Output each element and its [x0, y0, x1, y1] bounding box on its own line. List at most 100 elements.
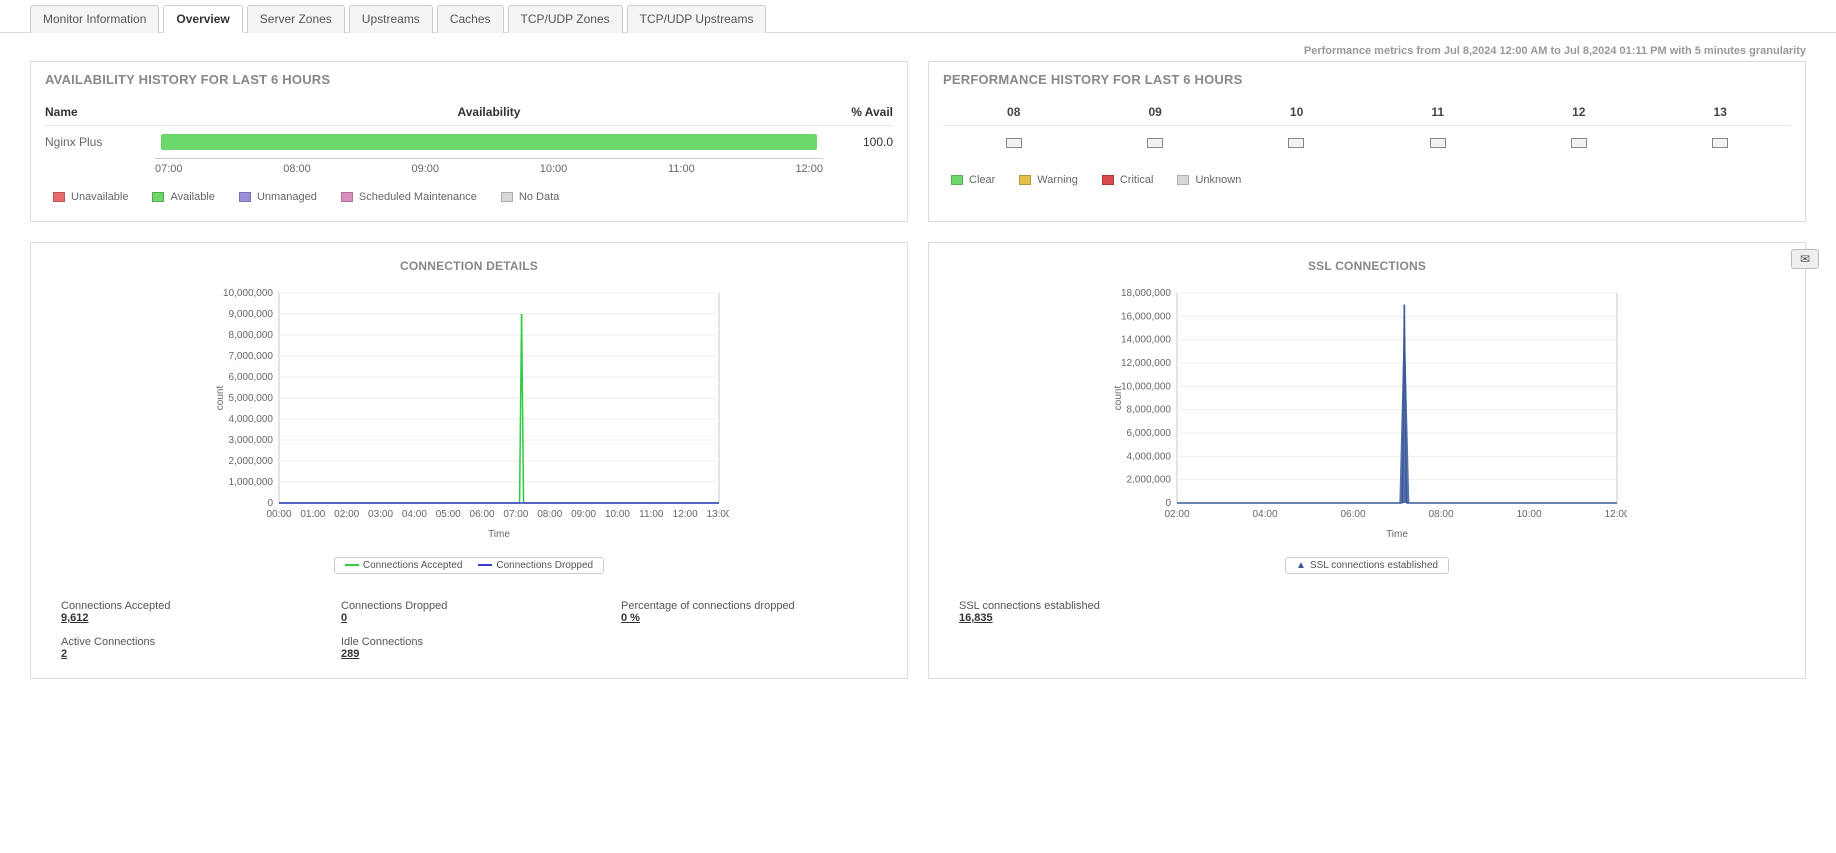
email-report-icon[interactable]: ✉: [1791, 249, 1819, 269]
availability-row-name: Nginx Plus: [45, 135, 155, 149]
availability-legend: Unavailable Available Unmanaged Schedule…: [45, 175, 893, 207]
svg-text:4,000,000: 4,000,000: [1127, 451, 1172, 462]
legend-unknown: Unknown: [1177, 174, 1241, 186]
svg-text:13:00: 13:00: [706, 509, 729, 520]
svg-text:02:00: 02:00: [1164, 509, 1189, 520]
svg-text:0: 0: [267, 498, 273, 509]
perf-hour: 08: [1007, 105, 1020, 119]
performance-hour-header: 08 09 10 11 12 13: [943, 99, 1791, 126]
svg-text:09:00: 09:00: [571, 509, 596, 520]
col-availability: Availability: [155, 105, 823, 119]
svg-text:04:00: 04:00: [402, 509, 427, 520]
chart-legend-ssl: ▲SSL connections established: [1285, 557, 1449, 574]
performance-legend: Clear Warning Critical Unknown: [943, 154, 1791, 190]
stat-idle-connections: Idle Connections 289: [341, 636, 597, 660]
stat-ssl-established: SSL connections established 16,835: [959, 600, 1775, 624]
axis-tick: 07:00: [155, 163, 183, 175]
svg-text:16,000,000: 16,000,000: [1121, 311, 1171, 322]
perf-status-icon[interactable]: [1712, 138, 1728, 148]
svg-text:04:00: 04:00: [1252, 509, 1277, 520]
svg-text:8,000,000: 8,000,000: [1127, 405, 1172, 416]
chart-legend-connection: Connections Accepted Connections Dropped: [334, 557, 604, 574]
perf-status-icon[interactable]: [1147, 138, 1163, 148]
tab-tcp-udp-zones[interactable]: TCP/UDP Zones: [508, 5, 623, 33]
svg-text:10,000,000: 10,000,000: [223, 288, 273, 299]
svg-text:12,000,000: 12,000,000: [1121, 358, 1171, 369]
svg-text:06:00: 06:00: [1340, 509, 1365, 520]
svg-text:07:00: 07:00: [503, 509, 528, 520]
axis-tick: 08:00: [283, 163, 311, 175]
perf-hour: 10: [1290, 105, 1303, 119]
svg-text:10:00: 10:00: [1516, 509, 1541, 520]
svg-text:2,000,000: 2,000,000: [229, 456, 274, 467]
panel-title-availability: AVAILABILITY HISTORY FOR LAST 6 HOURS: [45, 72, 893, 99]
col-pct-avail: % Avail: [823, 105, 893, 119]
perf-status-icon[interactable]: [1006, 138, 1022, 148]
legend-critical: Critical: [1102, 174, 1154, 186]
svg-text:02:00: 02:00: [334, 509, 359, 520]
svg-text:Time: Time: [488, 529, 510, 540]
svg-text:03:00: 03:00: [368, 509, 393, 520]
tab-upstreams[interactable]: Upstreams: [349, 5, 433, 33]
chart-title-ssl: SSL CONNECTIONS: [943, 253, 1791, 279]
svg-text:00:00: 00:00: [266, 509, 291, 520]
tab-tcp-udp-upstreams[interactable]: TCP/UDP Upstreams: [627, 5, 767, 33]
availability-bar: [161, 134, 817, 150]
svg-text:08:00: 08:00: [537, 509, 562, 520]
availability-row: Nginx Plus 100.0: [45, 126, 893, 158]
axis-tick: 09:00: [412, 163, 440, 175]
perf-status-icon[interactable]: [1430, 138, 1446, 148]
metrics-range-text: Performance metrics from Jul 8,2024 12:0…: [0, 33, 1836, 61]
svg-text:11:00: 11:00: [639, 509, 664, 520]
svg-text:0: 0: [1165, 498, 1171, 509]
svg-text:01:00: 01:00: [300, 509, 325, 520]
tab-bar: Monitor Information Overview Server Zone…: [0, 0, 1836, 33]
panel-connection-details: CONNECTION DETAILS 01,000,0002,000,0003,…: [30, 242, 908, 679]
perf-hour: 09: [1148, 105, 1161, 119]
perf-status-icon[interactable]: [1288, 138, 1304, 148]
svg-text:4,000,000: 4,000,000: [229, 414, 274, 425]
svg-text:7,000,000: 7,000,000: [229, 351, 274, 362]
svg-text:05:00: 05:00: [436, 509, 461, 520]
legend-no-data: No Data: [501, 191, 559, 203]
availability-table-header: Name Availability % Avail: [45, 99, 893, 126]
svg-text:6,000,000: 6,000,000: [1127, 428, 1172, 439]
svg-text:2,000,000: 2,000,000: [1127, 475, 1172, 486]
legend-warning: Warning: [1019, 174, 1078, 186]
axis-tick: 12:00: [795, 163, 823, 175]
svg-text:Time: Time: [1386, 529, 1408, 540]
svg-text:6,000,000: 6,000,000: [229, 372, 274, 383]
panel-availability: AVAILABILITY HISTORY FOR LAST 6 HOURS Na…: [30, 61, 908, 222]
axis-tick: 10:00: [540, 163, 568, 175]
chart-ssl-connections: 02,000,0004,000,0006,000,0008,000,00010,…: [1107, 283, 1627, 543]
perf-hour: 12: [1572, 105, 1585, 119]
svg-text:10:00: 10:00: [605, 509, 630, 520]
legend-unmanaged: Unmanaged: [239, 191, 317, 203]
panel-performance: PERFORMANCE HISTORY FOR LAST 6 HOURS 08 …: [928, 61, 1806, 222]
tab-overview[interactable]: Overview: [163, 5, 242, 33]
axis-tick: 11:00: [668, 163, 695, 175]
legend-unavailable: Unavailable: [53, 191, 128, 203]
svg-text:08:00: 08:00: [1428, 509, 1453, 520]
chart-title-connection-details: CONNECTION DETAILS: [45, 253, 893, 279]
tab-caches[interactable]: Caches: [437, 5, 504, 33]
tab-server-zones[interactable]: Server Zones: [247, 5, 345, 33]
legend-ssl-established: ▲SSL connections established: [1296, 560, 1438, 571]
availability-time-axis: 07:00 08:00 09:00 10:00 11:00 12:00: [155, 158, 823, 175]
legend-scheduled-maintenance: Scheduled Maintenance: [341, 191, 477, 203]
svg-text:8,000,000: 8,000,000: [229, 330, 274, 341]
legend-connections-dropped: Connections Dropped: [478, 560, 593, 571]
ssl-stats: SSL connections established 16,835: [943, 580, 1791, 628]
col-name: Name: [45, 105, 155, 119]
svg-text:5,000,000: 5,000,000: [229, 393, 274, 404]
perf-hour: 11: [1431, 105, 1444, 119]
perf-status-icon[interactable]: [1571, 138, 1587, 148]
chart-connection-details: 01,000,0002,000,0003,000,0004,000,0005,0…: [209, 283, 729, 543]
tab-monitor-information[interactable]: Monitor Information: [30, 5, 159, 33]
svg-text:3,000,000: 3,000,000: [229, 435, 274, 446]
connection-stats: Connections Accepted 9,612 Connections D…: [45, 580, 893, 664]
stat-connections-dropped: Connections Dropped 0: [341, 600, 597, 624]
svg-text:12:00: 12:00: [1604, 509, 1627, 520]
svg-text:14,000,000: 14,000,000: [1121, 335, 1171, 346]
availability-row-pct: 100.0: [823, 135, 893, 149]
